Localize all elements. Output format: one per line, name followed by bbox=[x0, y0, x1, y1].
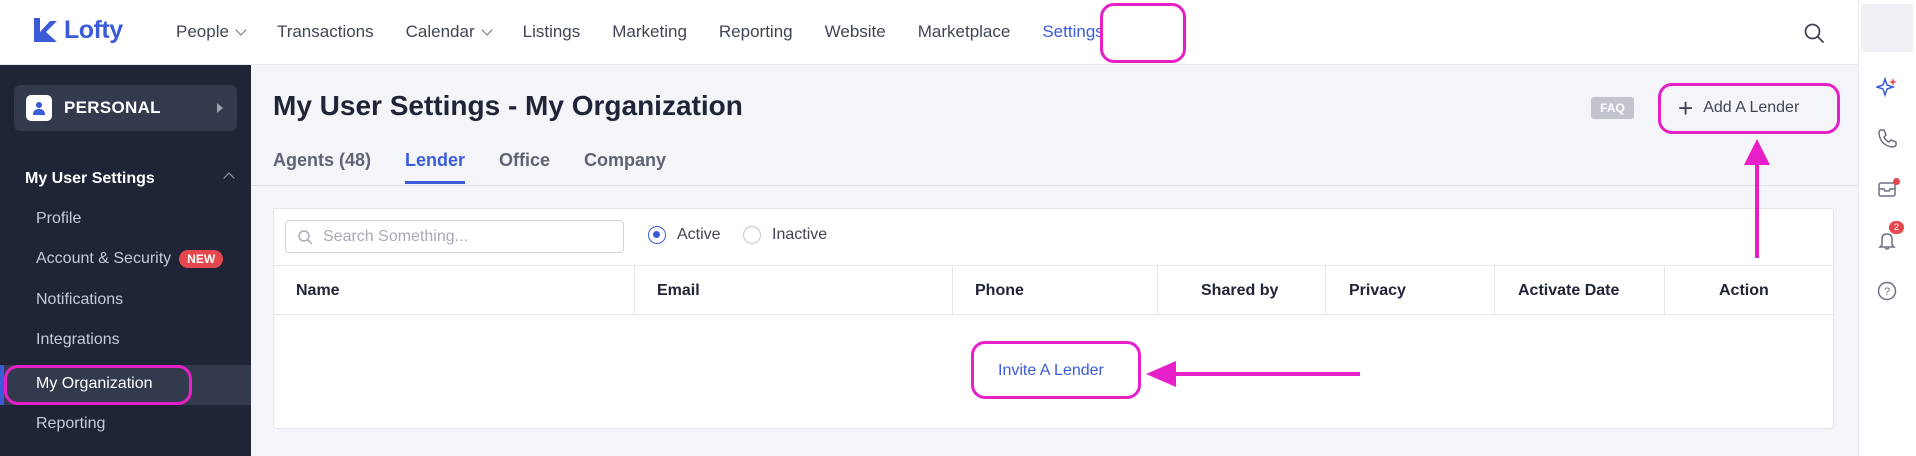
column-header-phone[interactable]: Phone bbox=[975, 266, 1024, 315]
caret-right-icon bbox=[217, 103, 223, 113]
nav-item-website[interactable]: Website bbox=[825, 22, 886, 42]
logo-text: Lofty bbox=[64, 15, 123, 44]
sidebar-item-profile[interactable]: Profile bbox=[36, 210, 81, 228]
sidebar-item-notifications[interactable]: Notifications bbox=[36, 291, 123, 309]
sidebar-item-reporting[interactable]: Reporting bbox=[36, 415, 105, 433]
search-input[interactable] bbox=[323, 227, 613, 246]
rail-top-tile bbox=[1861, 4, 1913, 52]
column-divider bbox=[1325, 266, 1326, 315]
column-divider bbox=[1494, 266, 1495, 315]
nav-item-listings[interactable]: Listings bbox=[523, 22, 581, 42]
radio-label: Inactive bbox=[772, 226, 828, 243]
logo[interactable]: Lofty bbox=[30, 15, 123, 45]
annotation-highlight-my-organization bbox=[4, 365, 192, 405]
chevron-down-icon bbox=[235, 23, 247, 36]
column-header-activate-date[interactable]: Activate Date bbox=[1518, 266, 1619, 315]
column-header-privacy[interactable]: Privacy bbox=[1349, 266, 1406, 315]
right-rail: 2 ? bbox=[1858, 0, 1916, 456]
sidebar-item-label: Account & Security bbox=[36, 250, 172, 267]
column-header-email[interactable]: Email bbox=[657, 266, 700, 315]
nav-label: Marketing bbox=[612, 22, 687, 41]
nav-label: Marketplace bbox=[917, 22, 1011, 41]
nav-label: Transactions bbox=[276, 22, 374, 41]
user-icon bbox=[26, 95, 52, 121]
filter-inactive-radio[interactable]: Inactive bbox=[743, 226, 827, 244]
lofty-logo-icon bbox=[34, 18, 57, 42]
tabs-divider bbox=[251, 185, 1858, 186]
tab-office[interactable]: Office bbox=[499, 150, 550, 184]
sparkle-icon[interactable] bbox=[1876, 76, 1898, 98]
column-header-name[interactable]: Name bbox=[296, 266, 340, 315]
annotation-arrow-up-head bbox=[1744, 139, 1770, 165]
inbox-dot bbox=[1893, 178, 1900, 185]
sidebar-item-label: Notifications bbox=[36, 291, 124, 308]
column-divider bbox=[634, 266, 635, 315]
annotation-highlight-invite-lender bbox=[971, 341, 1141, 399]
table-header: Name Email Phone Shared by Privacy Activ… bbox=[274, 265, 1833, 315]
new-badge: NEW bbox=[179, 250, 224, 268]
tab-lender[interactable]: Lender bbox=[405, 150, 466, 184]
top-navbar: Lofty People Transactions Calendar Listi… bbox=[0, 0, 1858, 65]
search-icon bbox=[298, 229, 313, 244]
nav-item-settings[interactable]: Settings bbox=[1042, 22, 1103, 42]
nav-item-people[interactable]: People bbox=[176, 22, 247, 42]
nav-label: Website bbox=[824, 22, 886, 41]
sidebar-item-label: Integrations bbox=[36, 331, 120, 348]
filter-active-radio[interactable]: Active bbox=[648, 226, 721, 244]
tab-agents[interactable]: Agents (48) bbox=[273, 150, 371, 184]
faq-badge[interactable]: FAQ bbox=[1591, 97, 1634, 119]
svg-text:?: ? bbox=[1884, 286, 1890, 298]
phone-icon[interactable] bbox=[1876, 127, 1898, 149]
annotation-highlight-add-lender bbox=[1658, 83, 1840, 134]
search-field[interactable] bbox=[285, 220, 624, 253]
nav-label: Calendar bbox=[405, 22, 475, 41]
sidebar-item-label: Reporting bbox=[36, 415, 106, 432]
sidebar-section-my-user-settings[interactable]: My User Settings bbox=[25, 170, 235, 188]
column-divider bbox=[952, 266, 953, 315]
help-icon[interactable]: ? bbox=[1876, 280, 1898, 302]
nav-item-marketing[interactable]: Marketing bbox=[612, 22, 687, 42]
nav-item-calendar[interactable]: Calendar bbox=[405, 22, 493, 42]
tab-company[interactable]: Company bbox=[584, 150, 666, 184]
annotation-highlight-settings bbox=[1100, 3, 1186, 63]
sidebar-item-account-security[interactable]: Account & Security NEW bbox=[36, 250, 224, 268]
search-icon[interactable] bbox=[1803, 22, 1825, 44]
radio-unchecked-icon bbox=[743, 226, 761, 244]
organization-tabs: Agents (48) Lender Office Company bbox=[273, 150, 700, 184]
sidebar-item-integrations[interactable]: Integrations bbox=[36, 331, 120, 349]
sidebar-item-label: Profile bbox=[36, 210, 82, 227]
radio-checked-icon bbox=[648, 226, 666, 244]
nav-label: People bbox=[176, 22, 229, 41]
nav-label: Reporting bbox=[718, 22, 793, 41]
radio-label: Active bbox=[677, 226, 721, 243]
nav-label: Settings bbox=[1042, 22, 1104, 41]
nav-label: Listings bbox=[522, 22, 581, 41]
nav-item-marketplace[interactable]: Marketplace bbox=[918, 22, 1011, 42]
chevron-up-icon bbox=[223, 172, 235, 184]
chevron-down-icon bbox=[480, 23, 493, 36]
section-title: My User Settings bbox=[25, 170, 155, 187]
nav-item-reporting[interactable]: Reporting bbox=[719, 22, 793, 42]
column-divider bbox=[1664, 266, 1665, 315]
column-divider bbox=[1157, 266, 1158, 315]
nav-item-transactions[interactable]: Transactions bbox=[277, 22, 374, 42]
main-nav: People Transactions Calendar Listings Ma… bbox=[160, 0, 1120, 64]
column-header-shared-by[interactable]: Shared by bbox=[1201, 266, 1278, 315]
account-switcher-button[interactable]: PERSONAL bbox=[14, 85, 237, 131]
column-header-action[interactable]: Action bbox=[1719, 266, 1769, 315]
notification-count-badge: 2 bbox=[1889, 221, 1904, 234]
account-label: PERSONAL bbox=[64, 98, 161, 117]
page-title: My User Settings - My Organization bbox=[273, 90, 743, 121]
